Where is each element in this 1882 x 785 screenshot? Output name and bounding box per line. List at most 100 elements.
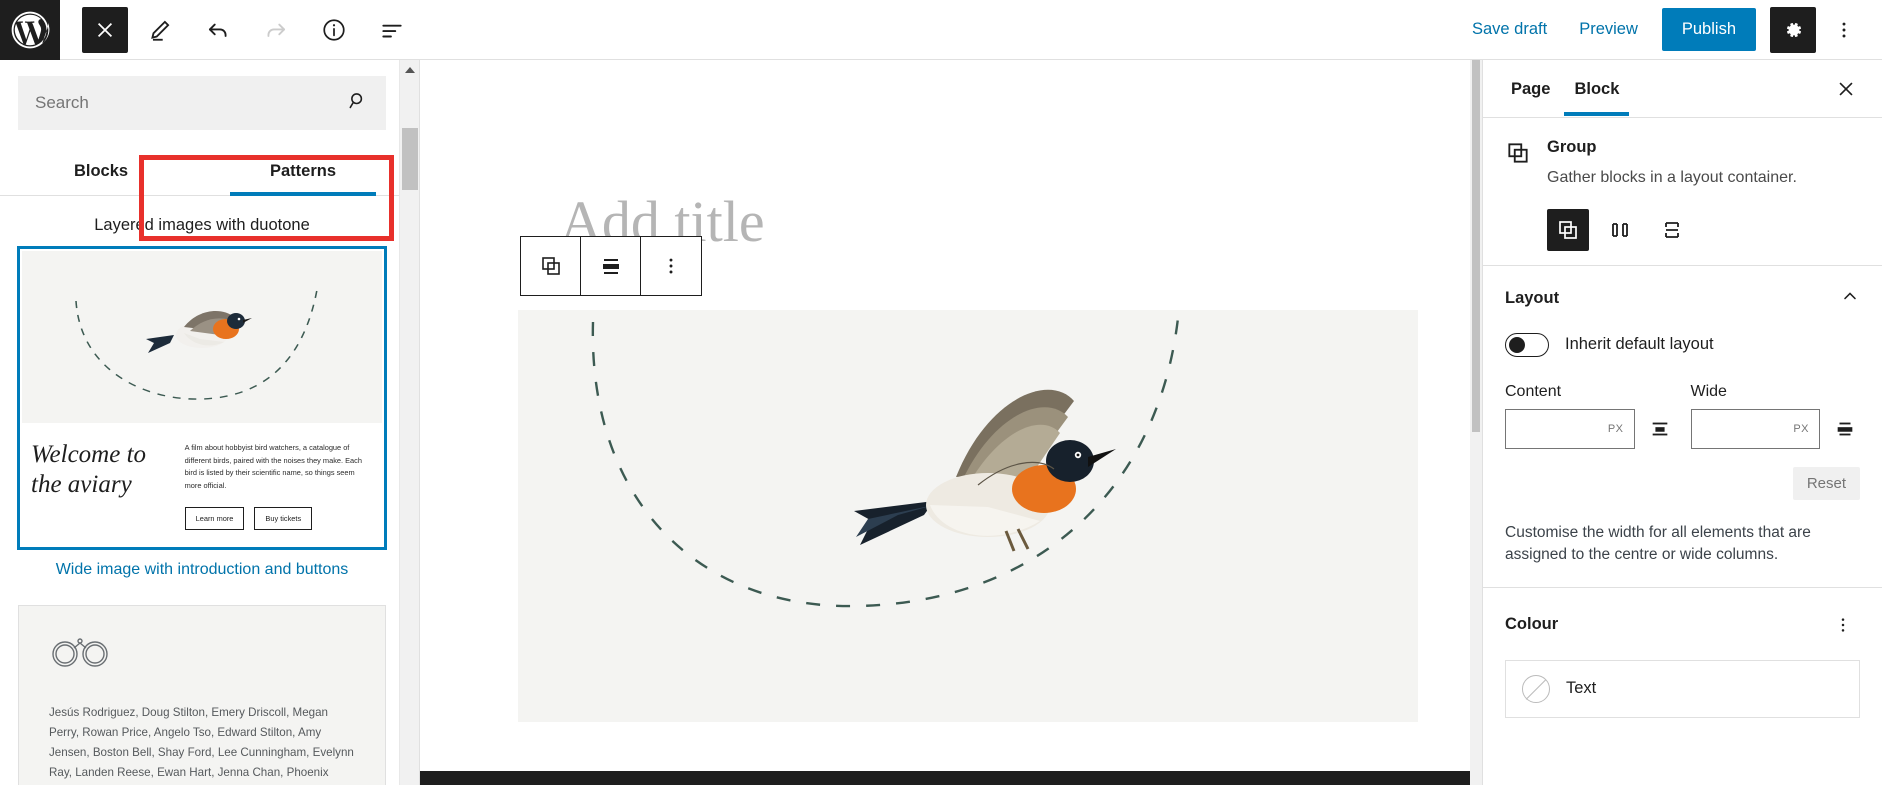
block-more-options-icon[interactable] [641, 237, 701, 295]
redo-button[interactable] [250, 4, 302, 56]
reset-row: Reset [1505, 466, 1860, 500]
colour-section: Colour Text [1483, 586, 1882, 738]
group-block-icon [1505, 138, 1533, 251]
canvas-scroll-area: Add title [420, 60, 1482, 785]
pattern-preview-button-learn-more[interactable]: Learn more [184, 506, 245, 530]
close-editor-button[interactable] [82, 6, 128, 53]
bird-illustration [854, 389, 1116, 552]
canvas-bottom-bar [420, 771, 1482, 785]
scroll-up-arrow-icon[interactable] [400, 60, 419, 80]
wide-width-label: Wide [1690, 382, 1727, 400]
block-toolbar [520, 236, 702, 296]
block-card: Group Gather blocks in a layout containe… [1483, 118, 1882, 265]
wide-width-input[interactable]: PX [1690, 408, 1820, 449]
pattern-preview-buttons: Learn more Buy tickets [184, 506, 373, 530]
pattern-card-names[interactable]: Jesús Rodriguez, Doug Stilton, Emery Dri… [18, 604, 386, 785]
canvas-scrollbar[interactable] [1470, 60, 1482, 785]
search-input[interactable] [35, 93, 347, 113]
colour-item-label: Text [1566, 679, 1597, 698]
inherit-layout-row: Inherit default layout [1505, 332, 1860, 357]
colour-title: Colour [1505, 615, 1559, 634]
variation-row-icon[interactable] [1599, 209, 1641, 251]
toggle-knob [1509, 336, 1525, 353]
wordpress-logo-icon[interactable] [0, 0, 60, 60]
no-colour-icon [1522, 674, 1550, 703]
editor-body: Blocks Patterns Layered images with duot… [0, 60, 1882, 785]
undo-button[interactable] [192, 4, 244, 56]
editor-top-bar: Save draft Preview Publish [0, 0, 1882, 60]
layout-help-text: Customise the width for all elements tha… [1505, 523, 1811, 564]
block-inserter-panel: Blocks Patterns Layered images with duot… [0, 60, 420, 785]
align-center-icon[interactable] [581, 237, 641, 295]
canvas-hero-image-block[interactable] [518, 310, 1418, 722]
width-controls: Content PX Wide PX [1505, 383, 1860, 449]
inserter-search-wrapper [0, 60, 404, 138]
content-width-control: Content PX [1505, 383, 1675, 449]
pattern-label-wide-image[interactable]: Wide image with introduction and buttons [18, 549, 386, 601]
inserter-tabs: Blocks Patterns [0, 146, 404, 196]
pattern-preview-button-buy-tickets[interactable]: Buy tickets [254, 506, 313, 530]
pattern-hero-image [22, 251, 382, 423]
edit-mode-button[interactable] [134, 4, 186, 56]
editor-canvas[interactable]: Add title [420, 60, 1482, 785]
colour-options-icon[interactable] [1826, 608, 1860, 642]
wide-width-field: PX [1690, 408, 1861, 449]
wide-width-icon[interactable] [1830, 418, 1860, 440]
pattern-preview-right: A film about hobbyist bird watchers, a c… [184, 440, 373, 530]
variation-stack-icon[interactable] [1651, 209, 1693, 251]
colour-section-header: Colour [1505, 608, 1860, 642]
wide-width-control: Wide PX [1690, 382, 1861, 449]
search-icon [347, 90, 369, 117]
pattern-card-wide-image[interactable]: Welcome to the aviary A film about hobby… [17, 246, 387, 550]
publish-button[interactable]: Publish [1661, 8, 1756, 51]
tab-patterns[interactable]: Patterns [202, 146, 404, 196]
pattern-names-text: Jesús Rodriguez, Doug Stilton, Emery Dri… [49, 705, 354, 779]
layout-title: Layout [1505, 288, 1560, 307]
content-width-field: PX [1505, 408, 1675, 449]
canvas-scrollbar-thumb[interactable] [1472, 60, 1480, 432]
variation-group-icon[interactable] [1547, 208, 1589, 251]
settings-tabs: Page Block [1483, 60, 1882, 118]
content-width-label: Content [1505, 382, 1562, 400]
save-draft-button[interactable]: Save draft [1456, 10, 1563, 49]
content-width-unit: PX [1607, 422, 1624, 435]
pattern-names-inner: Jesús Rodriguez, Doug Stilton, Emery Dri… [19, 605, 385, 785]
reset-button[interactable]: Reset [1792, 466, 1860, 500]
tab-page[interactable]: Page [1499, 62, 1562, 115]
info-icon[interactable] [308, 4, 360, 56]
inherit-default-layout-label: Inherit default layout [1565, 335, 1714, 354]
list-view-icon[interactable] [366, 4, 418, 56]
wide-width-unit: PX [1793, 422, 1809, 435]
tab-block[interactable]: Block [1562, 62, 1631, 116]
gear-icon[interactable] [1770, 6, 1816, 53]
pattern-preview-description: A film about hobbyist bird watchers, a c… [184, 443, 362, 491]
layout-section-header[interactable]: Layout [1505, 286, 1860, 311]
more-options-icon[interactable] [1822, 7, 1866, 53]
group-block-icon[interactable] [521, 237, 581, 295]
tab-blocks[interactable]: Blocks [0, 146, 202, 195]
block-card-text: Group Gather blocks in a layout containe… [1547, 138, 1860, 251]
editor-root: Save draft Preview Publish Search Blocks… [0, 0, 1882, 785]
close-settings-icon[interactable] [1826, 69, 1866, 109]
binoculars-icon [49, 638, 111, 672]
top-bar-right-tools: Save draft Preview Publish [1456, 6, 1882, 53]
search-box[interactable] [18, 76, 386, 130]
block-title: Group [1547, 138, 1597, 156]
block-description: Gather blocks in a layout container. [1547, 169, 1797, 186]
chevron-up-icon[interactable] [1840, 286, 1860, 311]
inserter-scrollbar[interactable] [399, 60, 419, 785]
pattern-list: Layered images with duotone Welcome to t… [0, 196, 404, 785]
content-width-icon[interactable] [1645, 418, 1675, 440]
content-width-input[interactable]: PX [1505, 408, 1635, 449]
top-bar-left-tools [60, 4, 418, 56]
pattern-preview-left: Welcome to the aviary [31, 440, 175, 530]
inherit-default-layout-toggle[interactable] [1505, 332, 1549, 357]
layout-section: Layout Inherit default layout Content PX… [1483, 264, 1882, 587]
block-variations [1547, 208, 1860, 251]
pattern-preview-heading: Welcome to the aviary [31, 441, 147, 498]
inserter-scrollbar-thumb[interactable] [402, 128, 418, 190]
settings-sidebar: Page Block Group Gather blocks in a layo… [1482, 60, 1882, 785]
preview-button[interactable]: Preview [1563, 10, 1654, 49]
colour-item-text[interactable]: Text [1505, 659, 1860, 718]
pattern-title-duotone: Layered images with duotone [94, 216, 310, 234]
